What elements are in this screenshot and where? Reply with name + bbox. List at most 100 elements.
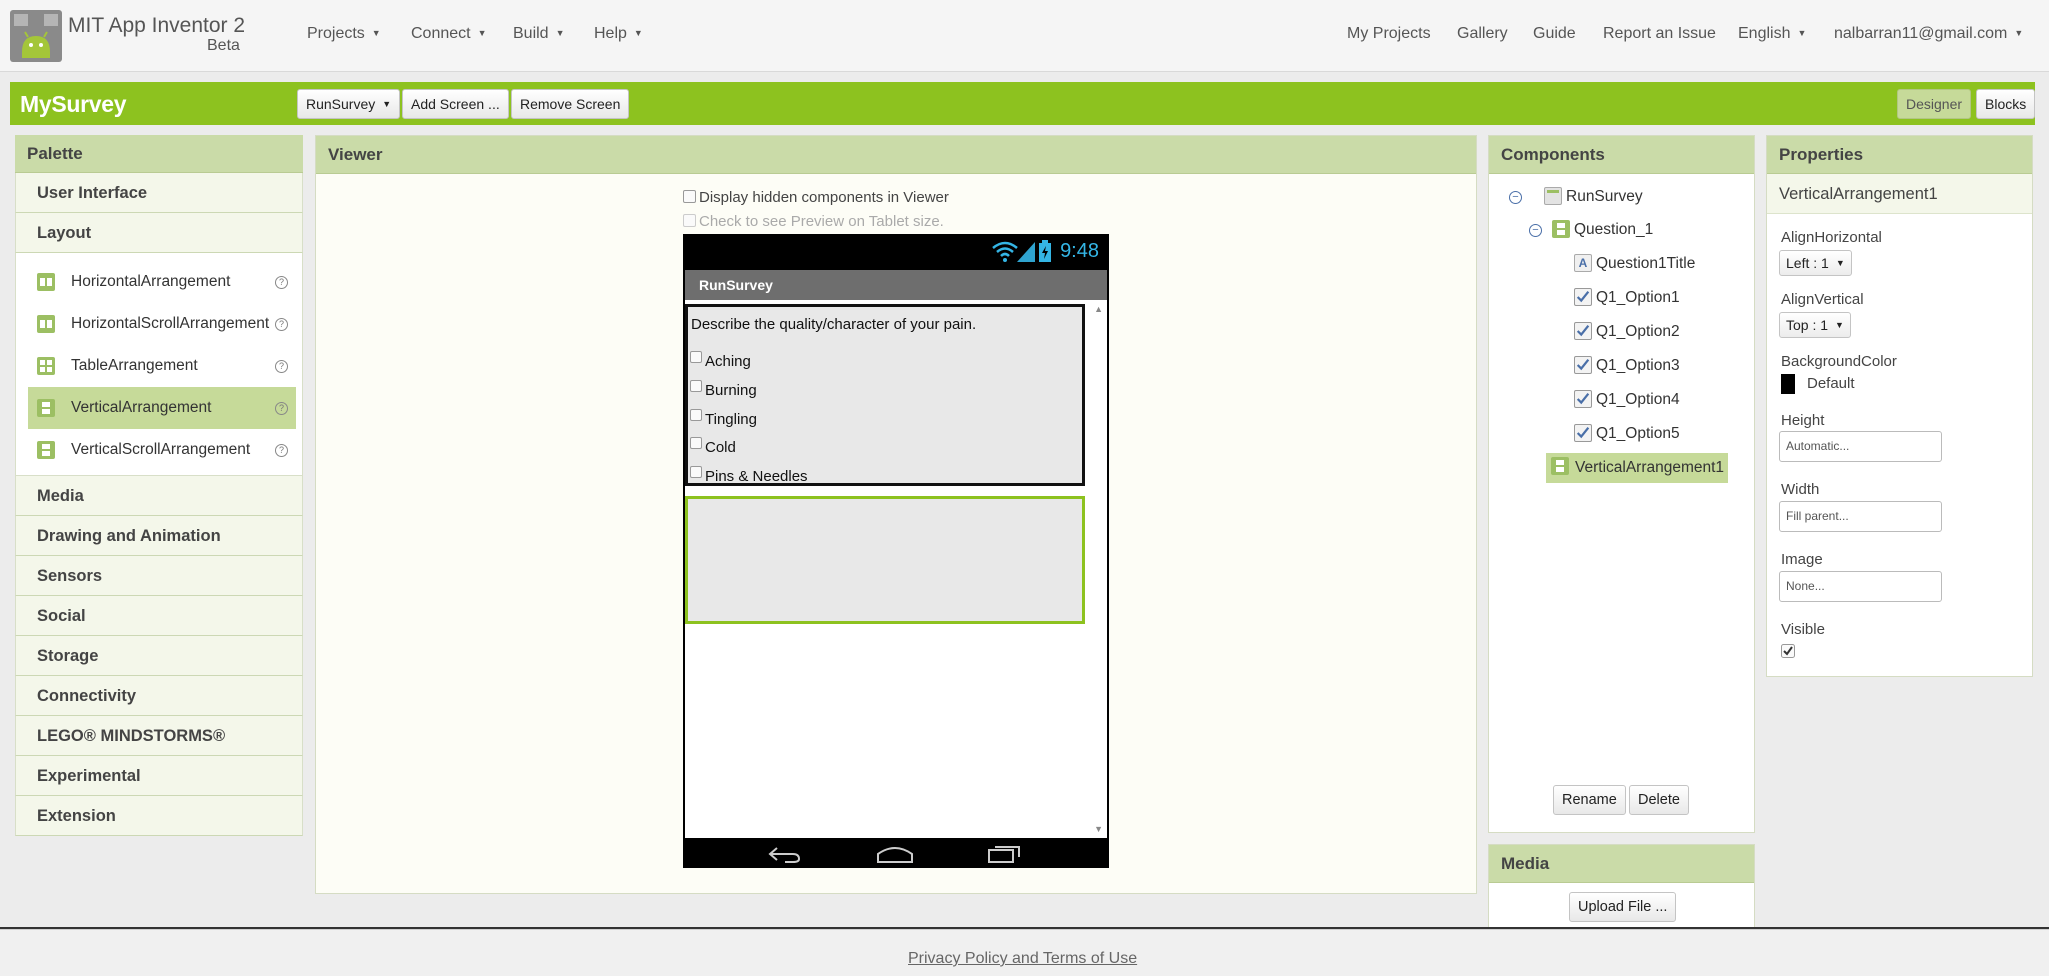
tree-node-q1-option5[interactable]: Q1_Option5 xyxy=(1574,421,1734,449)
privacy-policy-link[interactable]: Privacy Policy and Terms of Use xyxy=(908,950,1137,968)
q1-option-2[interactable]: Burning xyxy=(690,380,757,399)
palette-section-layout[interactable]: Layout xyxy=(15,213,303,253)
layout-component-list: HorizontalArrangement ? HorizontalScroll… xyxy=(15,253,303,476)
palette-item-horizontal-scroll-arrangement[interactable]: HorizontalScrollArrangement ? xyxy=(28,303,296,345)
palette-section-extension[interactable]: Extension xyxy=(15,796,303,836)
palette-section-experimental[interactable]: Experimental xyxy=(15,756,303,796)
viewer-panel: Viewer Display hidden components in View… xyxy=(315,135,1477,894)
phone-preview: 9:48 RunSurvey Describe the quality/char… xyxy=(683,234,1109,868)
palette-section-storage[interactable]: Storage xyxy=(15,636,303,676)
q1-option-1[interactable]: Aching xyxy=(690,351,751,370)
image-field[interactable]: None... xyxy=(1779,571,1942,602)
designer-button[interactable]: Designer xyxy=(1897,89,1972,119)
align-vertical-value: Top : 1 xyxy=(1786,317,1829,333)
height-field[interactable]: Automatic... xyxy=(1779,431,1942,462)
phone-scrollbar[interactable]: ▲ ▼ xyxy=(1089,300,1107,838)
link-my-projects[interactable]: My Projects xyxy=(1347,25,1431,43)
checkbox[interactable] xyxy=(690,437,702,449)
tree-node-label: RunSurvey xyxy=(1566,188,1643,205)
checkbox-icon xyxy=(1574,390,1592,408)
palette-section-connectivity[interactable]: Connectivity xyxy=(15,676,303,716)
link-guide[interactable]: Guide xyxy=(1533,25,1576,43)
q1-option-3[interactable]: Tingling xyxy=(690,409,757,428)
phone-app-title[interactable]: RunSurvey xyxy=(685,270,1107,300)
help-icon[interactable]: ? xyxy=(275,402,288,415)
wifi-icon xyxy=(992,241,1018,262)
tree-node-question-1[interactable]: − Question_1 xyxy=(1519,217,1739,245)
question-1-title[interactable]: Describe the quality/character of your p… xyxy=(691,316,976,333)
screen-select-button[interactable]: RunSurvey ▼ xyxy=(297,89,401,119)
display-hidden-checkbox[interactable] xyxy=(683,190,696,203)
checkbox[interactable] xyxy=(690,409,702,421)
question-1-arrangement[interactable]: Describe the quality/character of your p… xyxy=(685,304,1085,486)
help-icon[interactable]: ? xyxy=(275,276,288,289)
collapse-icon[interactable]: − xyxy=(1509,191,1522,204)
palette-section-media[interactable]: Media xyxy=(15,476,303,516)
blocks-button[interactable]: Blocks xyxy=(1976,89,2036,119)
vertical-arrangement-1-preview[interactable] xyxy=(685,496,1085,624)
align-vertical-select[interactable]: Top : 1 ▼ xyxy=(1779,312,1851,338)
tree-node-q1-option4[interactable]: Q1_Option4 xyxy=(1574,387,1734,415)
caret-down-icon: ▼ xyxy=(371,28,381,38)
tree-node-q1-option1[interactable]: Q1_Option1 xyxy=(1574,285,1734,313)
help-icon[interactable]: ? xyxy=(275,360,288,373)
tree-node-verticalarrangement1[interactable]: VerticalArrangement1 xyxy=(1546,453,1728,483)
palette-section-social[interactable]: Social xyxy=(15,596,303,636)
properties-component-name: VerticalArrangement1 xyxy=(1767,174,2032,214)
menu-connect[interactable]: Connect ▼ xyxy=(411,25,487,43)
checkbox-icon xyxy=(1574,322,1592,340)
visible-checkbox[interactable] xyxy=(1781,644,1795,658)
option-label: Burning xyxy=(705,382,757,399)
display-hidden-label: Display hidden components in Viewer xyxy=(699,189,949,206)
palette-item-vertical-scroll-arrangement[interactable]: VerticalScrollArrangement ? xyxy=(28,429,296,471)
tree-node-runsurvey[interactable]: − RunSurvey xyxy=(1499,184,1739,212)
tree-node-q1-option3[interactable]: Q1_Option3 xyxy=(1574,353,1734,381)
align-horizontal-select[interactable]: Left : 1 ▼ xyxy=(1779,250,1852,276)
signal-icon xyxy=(1017,242,1035,262)
menu-build-label: Build xyxy=(513,25,549,42)
scroll-down-icon[interactable]: ▼ xyxy=(1094,824,1103,834)
background-color-swatch[interactable] xyxy=(1781,374,1795,394)
components-header: Components xyxy=(1489,136,1754,174)
delete-button[interactable]: Delete xyxy=(1629,785,1689,815)
tree-node-question1title[interactable]: A Question1Title xyxy=(1574,251,1734,279)
menu-build[interactable]: Build ▼ xyxy=(513,25,565,43)
menu-user-account[interactable]: nalbarran11@gmail.com ▼ xyxy=(1834,25,2023,43)
q1-option-4[interactable]: Cold xyxy=(690,437,736,456)
background-color-value[interactable]: Default xyxy=(1807,375,1855,392)
display-hidden-toggle[interactable]: Display hidden components in Viewer xyxy=(683,189,949,206)
menu-projects[interactable]: Projects ▼ xyxy=(307,25,381,43)
help-icon[interactable]: ? xyxy=(275,444,288,457)
add-screen-button[interactable]: Add Screen ... xyxy=(402,89,509,119)
rename-button[interactable]: Rename xyxy=(1553,785,1626,815)
help-icon[interactable]: ? xyxy=(275,318,288,331)
link-report-issue[interactable]: Report an Issue xyxy=(1603,25,1716,43)
menu-language[interactable]: English ▼ xyxy=(1738,25,1806,43)
palette-section-drawing-animation[interactable]: Drawing and Animation xyxy=(15,516,303,556)
components-panel: Components − RunSurvey − Question_1 A Qu… xyxy=(1488,135,1755,833)
checkbox[interactable] xyxy=(690,351,702,363)
palette-section-sensors[interactable]: Sensors xyxy=(15,556,303,596)
brand-title[interactable]: MIT App Inventor 2 xyxy=(68,14,245,38)
tree-node-q1-option2[interactable]: Q1_Option2 xyxy=(1574,319,1734,347)
screen-select-label: RunSurvey xyxy=(306,96,376,112)
collapse-icon[interactable]: − xyxy=(1529,224,1542,237)
checkbox[interactable] xyxy=(690,380,702,392)
palette-section-lego-mindstorms[interactable]: LEGO® MINDSTORMS® xyxy=(15,716,303,756)
menu-help[interactable]: Help ▼ xyxy=(594,25,643,43)
remove-screen-button[interactable]: Remove Screen xyxy=(511,89,630,119)
link-gallery[interactable]: Gallery xyxy=(1457,25,1508,43)
upload-file-button[interactable]: Upload File ... xyxy=(1569,892,1677,922)
image-label: Image xyxy=(1781,551,1823,568)
palette-section-user-interface[interactable]: User Interface xyxy=(15,173,303,213)
palette-item-vertical-arrangement[interactable]: VerticalArrangement ? xyxy=(28,387,296,429)
app-inventor-logo-icon[interactable] xyxy=(10,10,62,62)
q1-option-5[interactable]: Pins & Needles xyxy=(690,466,808,485)
palette-item-horizontal-arrangement[interactable]: HorizontalArrangement ? xyxy=(28,261,296,303)
width-field[interactable]: Fill parent... xyxy=(1779,501,1942,532)
scroll-up-icon[interactable]: ▲ xyxy=(1094,304,1103,314)
checkbox[interactable] xyxy=(690,466,702,478)
palette-item-table-arrangement[interactable]: TableArrangement ? xyxy=(28,345,296,387)
vertical-scroll-arrangement-icon xyxy=(37,441,55,459)
phone-screen[interactable]: Describe the quality/character of your p… xyxy=(685,300,1107,838)
